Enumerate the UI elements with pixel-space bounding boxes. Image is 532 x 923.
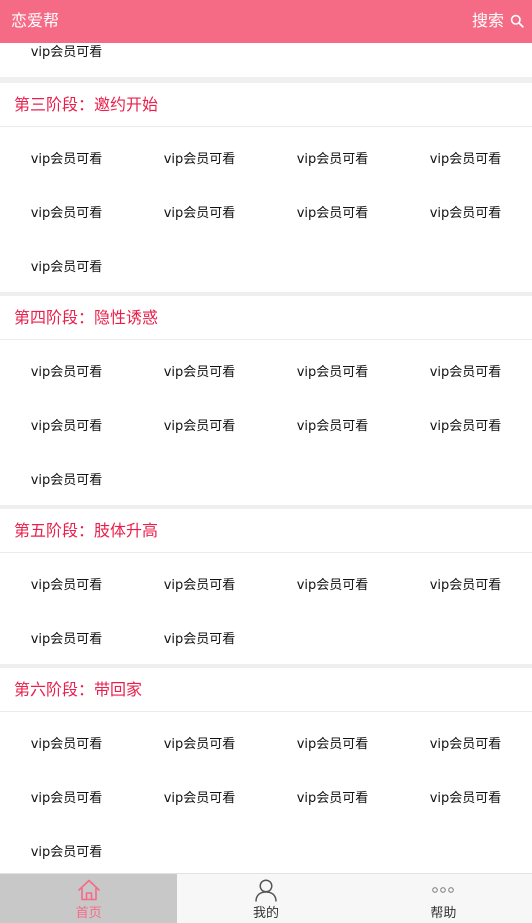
locked-item[interactable]: vip会员可看: [0, 715, 133, 769]
locked-item[interactable]: vip会员可看: [0, 397, 133, 451]
section-stage-5: 第五阶段：肢体升高 vip会员可看 vip会员可看 vip会员可看 vip会员可…: [0, 509, 532, 664]
locked-item[interactable]: vip会员可看: [0, 238, 133, 292]
section-title: 第三阶段：邀约开始: [0, 83, 532, 127]
section-stage-3: 第三阶段：邀约开始 vip会员可看 vip会员可看 vip会员可看 vip会员可…: [0, 83, 532, 292]
tab-mine[interactable]: 我的: [177, 874, 354, 923]
locked-item[interactable]: vip会员可看: [133, 610, 266, 664]
locked-item[interactable]: vip会员可看: [266, 556, 399, 610]
content-scroll-area[interactable]: vip会员可看 第三阶段：邀约开始 vip会员可看 vip会员可看 vip会员可…: [0, 43, 532, 873]
section-stage-6: 第六阶段：带回家 vip会员可看 vip会员可看 vip会员可看 vip会员可看…: [0, 668, 532, 873]
locked-item[interactable]: vip会员可看: [399, 556, 532, 610]
tab-label: 帮助: [430, 906, 457, 921]
locked-item[interactable]: vip会员可看: [133, 397, 266, 451]
search-label: 搜索: [471, 11, 504, 30]
locked-item[interactable]: vip会员可看: [0, 610, 133, 664]
locked-item[interactable]: vip会员可看: [0, 823, 133, 873]
user-icon: [255, 879, 277, 902]
locked-item[interactable]: vip会员可看: [0, 451, 133, 505]
tab-label: 我的: [252, 906, 279, 921]
tab-label: 首页: [75, 906, 102, 921]
section-title: 第四阶段：隐性诱惑: [0, 296, 532, 340]
locked-item[interactable]: vip会员可看: [399, 715, 532, 769]
locked-item[interactable]: vip会员可看: [399, 184, 532, 238]
locked-item[interactable]: vip会员可看: [266, 130, 399, 184]
app-title: 恋爱帮: [11, 11, 60, 30]
locked-item[interactable]: vip会员可看: [133, 343, 266, 397]
bottom-tab-bar: 首页 我的 帮助: [0, 873, 532, 923]
locked-item[interactable]: vip会员可看: [0, 343, 133, 397]
locked-item[interactable]: vip会员可看: [266, 184, 399, 238]
locked-item[interactable]: vip会员可看: [133, 769, 266, 823]
tab-home[interactable]: 首页: [0, 874, 178, 923]
locked-item[interactable]: vip会员可看: [266, 715, 399, 769]
locked-item[interactable]: vip会员可看: [0, 43, 133, 77]
locked-item[interactable]: vip会员可看: [0, 184, 133, 238]
section-title: 第六阶段：带回家: [0, 668, 532, 712]
section-stage-4: 第四阶段：隐性诱惑 vip会员可看 vip会员可看 vip会员可看 vip会员可…: [0, 296, 532, 505]
locked-item[interactable]: vip会员可看: [266, 397, 399, 451]
search-icon: [510, 14, 524, 28]
section-previous-partial: vip会员可看: [0, 43, 532, 77]
locked-item[interactable]: vip会员可看: [399, 397, 532, 451]
locked-item[interactable]: vip会员可看: [399, 769, 532, 823]
locked-item[interactable]: vip会员可看: [133, 715, 266, 769]
locked-item[interactable]: vip会员可看: [266, 769, 399, 823]
locked-item[interactable]: vip会员可看: [399, 343, 532, 397]
top-bar: 恋爱帮 搜索: [0, 0, 532, 43]
locked-item[interactable]: vip会员可看: [0, 130, 133, 184]
locked-item[interactable]: vip会员可看: [133, 184, 266, 238]
tab-help[interactable]: 帮助: [355, 874, 532, 923]
locked-item[interactable]: vip会员可看: [0, 556, 133, 610]
search-button[interactable]: 搜索: [472, 10, 524, 32]
locked-item[interactable]: vip会员可看: [266, 343, 399, 397]
section-title: 第五阶段：肢体升高: [0, 509, 532, 553]
locked-item[interactable]: vip会员可看: [399, 130, 532, 184]
more-icon: [432, 887, 455, 893]
home-icon: [77, 879, 100, 901]
locked-item[interactable]: vip会员可看: [133, 556, 266, 610]
locked-item[interactable]: vip会员可看: [133, 130, 266, 184]
locked-item[interactable]: vip会员可看: [0, 769, 133, 823]
